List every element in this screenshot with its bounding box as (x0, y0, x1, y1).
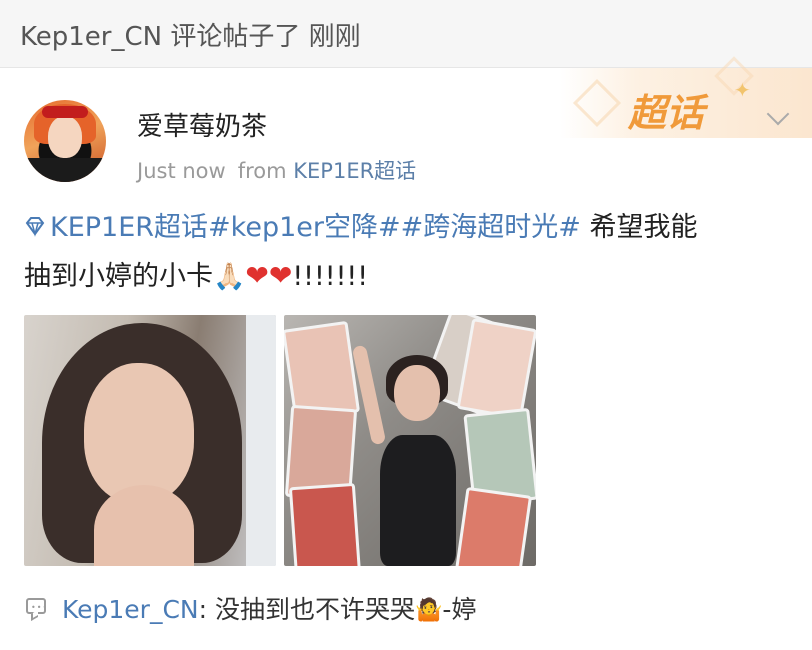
post-username[interactable]: 爱草莓奶茶 (137, 106, 267, 143)
comment-bubble-icon: ••• (26, 598, 47, 614)
comment-author[interactable]: Kep1er_CN (62, 595, 199, 624)
comment-text-before: 没抽到也不许哭哭 (215, 595, 416, 624)
comment-separator: : (198, 595, 215, 624)
post-image-photocards[interactable] (284, 315, 536, 566)
heart-emoji-icon: ❤ (245, 259, 269, 292)
post-card[interactable]: 爱草莓奶茶 Just now from KEP1ER超话 超话 ✦ KEP1ER超… (0, 56, 812, 650)
post-image-crying-girl[interactable] (24, 315, 276, 566)
heart-emoji-icon: ❤ (268, 259, 293, 292)
head-shape (394, 365, 440, 421)
post-body: KEP1ER超话#kep1er空降##跨海超时光# 希望我能 抽到小婷的小卡🙏🏻… (24, 204, 794, 301)
post-body-text: 抽到小婷的小卡 (24, 261, 213, 292)
hashtag-link[interactable]: #kep1er空降# (208, 212, 401, 243)
supertopic-tag[interactable]: KEP1ER超话 (24, 212, 208, 243)
background-stripe-shape (246, 315, 276, 566)
avatar-face-shape (48, 116, 82, 158)
comment-preview[interactable]: Kep1er_CN: 没抽到也不许哭哭🤷-婷 (62, 590, 476, 626)
notification-bar[interactable]: Kep1er_CN 评论帖子了 刚刚 (0, 0, 812, 68)
post-source-prefix: from (237, 159, 287, 183)
shrug-emoji-icon: 🤷 (415, 598, 443, 623)
post-body-text: 希望我能 (589, 212, 698, 243)
post-exclaim: !!!!!!! (292, 261, 369, 292)
face-shape (84, 363, 194, 503)
supertopic-badge[interactable]: 超话 ✦ (560, 56, 812, 138)
supertopic-badge-label: 超话 (628, 91, 705, 135)
notification-text: Kep1er_CN 评论帖子了 刚刚 (20, 22, 361, 52)
avatar-bow-shape (42, 106, 88, 118)
photocard-shape (288, 482, 362, 566)
dress-shape (380, 435, 456, 566)
center-figure (351, 344, 472, 566)
post-source-link[interactable]: KEP1ER超话 (293, 159, 416, 183)
hashtag-link[interactable]: #跨海超时光# (401, 212, 581, 243)
supertopic-diamond-icon (25, 217, 45, 237)
diamond-decoration-icon (572, 78, 622, 128)
avatar-neck-shape (24, 158, 106, 182)
post-meta: Just now from KEP1ER超话 (137, 155, 416, 185)
pray-emoji-icon: 🙏🏻 (213, 262, 246, 292)
comment-text-after: -婷 (442, 595, 477, 624)
hands-shape (94, 485, 194, 566)
post-time: Just now (137, 159, 226, 183)
avatar[interactable] (24, 100, 106, 182)
sparkle-icon: ✦ (734, 78, 751, 102)
tag-label: KEP1ER超话 (50, 212, 209, 243)
